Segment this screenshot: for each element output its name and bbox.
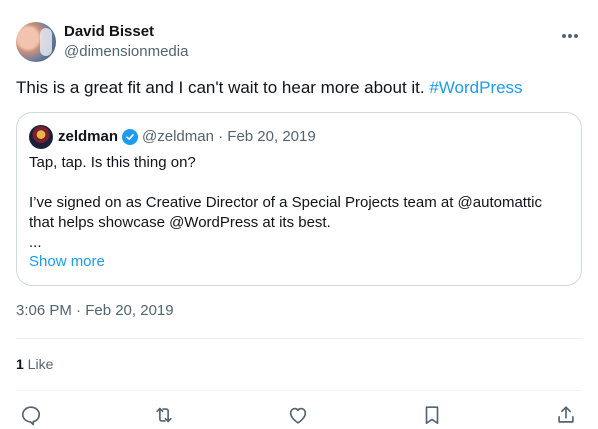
retweet-icon: [156, 407, 172, 423]
tweet-header: David Bisset @dimensionmedia: [16, 20, 582, 64]
author-handle[interactable]: @dimensionmedia: [64, 43, 188, 60]
quoted-tweet[interactable]: zeldman @zeldman · Feb 20, 2019 Tap, tap…: [16, 112, 582, 286]
more-dots-icon[interactable]: [560, 26, 580, 46]
author-avatar[interactable]: [16, 22, 56, 62]
divider: [16, 338, 582, 339]
verified-badge-icon: [122, 129, 138, 145]
hashtag-link[interactable]: #WordPress: [429, 78, 522, 97]
reply-icon: [21, 406, 41, 426]
retweet-button[interactable]: [151, 402, 177, 428]
quoted-date[interactable]: Feb 20, 2019: [227, 128, 315, 145]
tweet-text: This is a great fit and I can't wait to …: [16, 77, 582, 99]
quoted-line: Tap, tap. Is this thing on?: [29, 154, 196, 171]
share-button[interactable]: [553, 402, 579, 428]
show-more-link[interactable]: Show more: [29, 253, 105, 270]
share-icon: [558, 406, 574, 423]
heart-icon: [289, 407, 307, 424]
like-count-label: Like: [23, 356, 54, 372]
like-button[interactable]: [285, 402, 311, 428]
divider: [16, 390, 582, 391]
bookmark-button[interactable]: [419, 402, 445, 428]
quoted-author-name[interactable]: zeldman: [58, 128, 118, 145]
quoted-handle[interactable]: @zeldman: [142, 128, 214, 145]
quoted-line: that helps showcase @WordPress at its be…: [29, 214, 331, 231]
bookmark-icon: [425, 406, 439, 425]
likes-count[interactable]: 1 Like: [16, 356, 53, 372]
quoted-line: I’ve signed on as Creative Director of a…: [29, 194, 542, 211]
like-count-number: 1: [16, 356, 24, 372]
tweet-timestamp[interactable]: 3:06 PM · Feb 20, 2019: [16, 302, 174, 319]
quoted-meta: @zeldman · Feb 20, 2019: [142, 128, 316, 145]
action-bar: [16, 400, 582, 429]
quoted-ellipsis: ...: [29, 234, 42, 251]
author-name[interactable]: David Bisset: [64, 23, 154, 40]
meta-separator: ·: [213, 128, 228, 145]
tweet-body: This is a great fit and I can't wait to …: [16, 78, 430, 97]
quoted-body: Tap, tap. Is this thing on? I’ve signed …: [29, 153, 569, 253]
quoted-author-avatar[interactable]: [29, 125, 53, 149]
reply-button[interactable]: [18, 402, 44, 428]
